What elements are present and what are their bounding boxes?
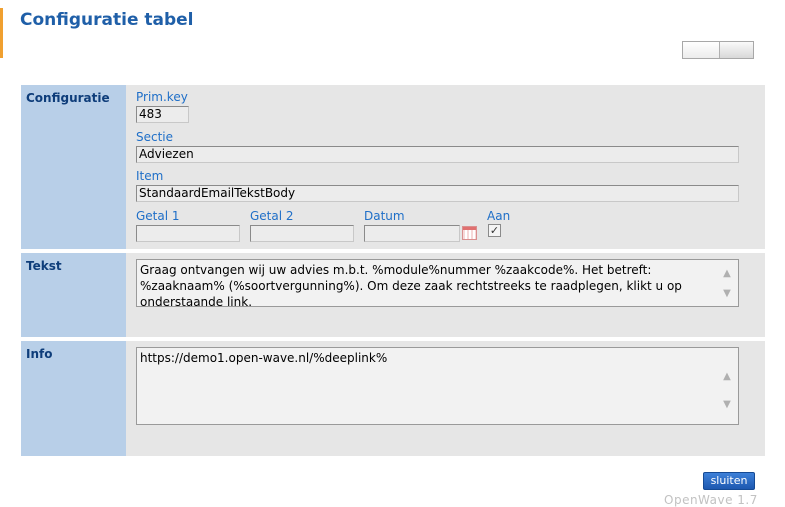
scroll-down-icon[interactable]: ▼ (721, 289, 733, 299)
item-label: Item (136, 169, 164, 183)
sectie-field[interactable]: Adviezen (136, 146, 739, 163)
section-label-column: Configuratie (21, 85, 126, 249)
scroll-up-icon[interactable]: ▲ (721, 269, 733, 279)
info-textarea[interactable]: https://demo1.open-wave.nl/%deeplink% ▲ … (136, 347, 739, 425)
page-title: Configuratie tabel (20, 10, 194, 30)
section-configuratie: Configuratie Prim.key 483 Sectie Advieze… (21, 85, 765, 249)
info-content: https://demo1.open-wave.nl/%deeplink% (140, 351, 388, 365)
toggle-switch[interactable] (682, 41, 754, 59)
section-label-column: Info (21, 341, 126, 456)
toggle-divider (719, 42, 720, 58)
version-label: OpenWave 1.7 (664, 493, 758, 507)
section-tekst: Tekst Graag ontvangen wij uw advies m.b.… (21, 253, 765, 337)
scroll-up-icon[interactable]: ▲ (721, 372, 733, 382)
section-label-column: Tekst (21, 253, 126, 337)
section-label-configuratie: Configuratie (26, 91, 110, 105)
close-button[interactable]: sluiten (703, 472, 755, 490)
section-info: Info https://demo1.open-wave.nl/%deeplin… (21, 341, 765, 456)
calendar-icon[interactable] (462, 226, 477, 240)
getal2-field[interactable] (250, 225, 354, 242)
aan-label: Aan (487, 209, 511, 223)
getal2-label: Getal 2 (250, 209, 294, 223)
tekst-content: Graag ontvangen wij uw advies m.b.t. %mo… (140, 263, 682, 307)
section-label-tekst: Tekst (26, 259, 62, 273)
getal1-field[interactable] (136, 225, 240, 242)
section-label-info: Info (26, 347, 53, 361)
getal1-label: Getal 1 (136, 209, 180, 223)
tekst-textarea[interactable]: Graag ontvangen wij uw advies m.b.t. %mo… (136, 259, 739, 307)
accent-bar (0, 8, 3, 58)
prim-key-label: Prim.key (136, 90, 188, 104)
item-field[interactable]: StandaardEmailTekstBody (136, 185, 739, 202)
toggle-left-half (683, 42, 719, 58)
scroll-down-icon[interactable]: ▼ (721, 400, 733, 410)
datum-field[interactable] (364, 225, 460, 242)
datum-label: Datum (364, 209, 405, 223)
prim-key-field[interactable]: 483 (136, 106, 189, 123)
sectie-label: Sectie (136, 130, 174, 144)
aan-checkbox[interactable]: ✓ (488, 224, 501, 237)
